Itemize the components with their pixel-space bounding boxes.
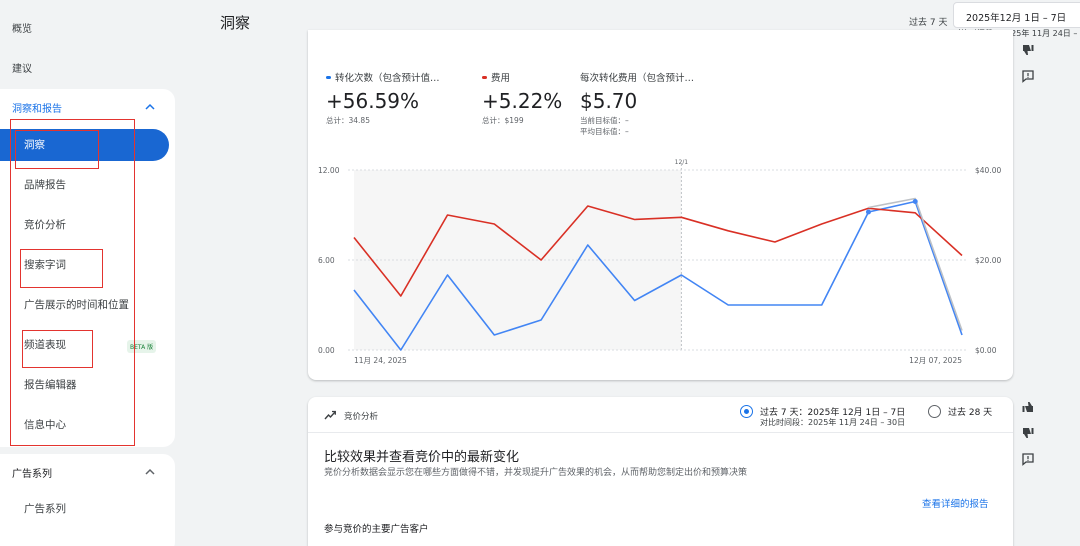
date-range-picker[interactable]: 2025年12月 1日 – 7日 bbox=[953, 2, 1080, 28]
metric-title: 转化次数（包含预计值… bbox=[335, 73, 440, 84]
nav-overview[interactable]: 概览 bbox=[0, 20, 32, 35]
metric-cost[interactable]: 费用 +5.22% 总计：$199 bbox=[482, 70, 562, 126]
section-title-insights[interactable]: 洞察和报告 bbox=[12, 100, 62, 115]
card-title: 竞价分析 bbox=[344, 412, 379, 422]
annotation-box bbox=[20, 249, 103, 288]
metric-value: +56.59% bbox=[326, 89, 420, 113]
metric-cost-per-conversion[interactable]: 每次转化费用（包含预计… $5.70 当前目标值：– 平均目标值：– bbox=[580, 70, 694, 137]
thumbs-down-icon[interactable] bbox=[1021, 426, 1035, 440]
series-dot-icon bbox=[482, 75, 487, 79]
performance-chart: 0.00 6.00 12.00 $0.00 $20.00 $40.00 11月 24, 20… bbox=[318, 159, 1001, 365]
thumbs-down-icon[interactable] bbox=[1021, 43, 1035, 57]
view-detailed-report-link[interactable]: 查看详细的报告 bbox=[922, 496, 989, 510]
radio-compare-label: 对比时间段：2025年 11月 24日 – 30日 bbox=[760, 418, 906, 427]
metric-total: 总计：$199 bbox=[482, 116, 524, 125]
trending-icon bbox=[324, 410, 336, 420]
auction-insights-card: 竞价分析 过去 7 天：2025年 12月 1日 – 7日 对比时间段：2025… bbox=[308, 397, 1013, 546]
radio-last-7-days[interactable] bbox=[740, 405, 753, 418]
date-period-label: 过去 7 天 bbox=[909, 18, 948, 28]
chevron-up-icon[interactable] bbox=[143, 465, 157, 479]
y-right-tick-label: $40.00 bbox=[975, 166, 1001, 175]
metric-target-current: 当前目标值：– bbox=[580, 116, 629, 125]
section-heading: 比较效果并查看竞价中的最新变化 bbox=[324, 450, 520, 465]
sidebar-item-campaigns[interactable]: 广告系列 bbox=[0, 493, 169, 525]
chevron-up-icon[interactable] bbox=[143, 100, 157, 114]
annotation-box bbox=[15, 130, 99, 169]
feedback-icon[interactable] bbox=[1021, 452, 1035, 466]
section-description: 竞价分析数据会显示您在哪些方面做得不错，并发现提升广告效果的机会，从而帮助您制定… bbox=[324, 468, 748, 478]
x-tick-label: 12月 07, 2025 bbox=[909, 356, 962, 365]
feedback-icon[interactable] bbox=[1021, 69, 1035, 83]
card-header: 竞价分析 过去 7 天：2025年 12月 1日 – 7日 对比时间段：2025… bbox=[308, 397, 1013, 433]
metric-total: 总计：34.85 bbox=[326, 116, 370, 125]
y-left-tick-label: 0.00 bbox=[318, 346, 335, 355]
y-right-tick-label: $20.00 bbox=[975, 256, 1001, 265]
data-point bbox=[865, 209, 871, 215]
radio-last-28-days[interactable] bbox=[928, 405, 941, 418]
y-right-tick-label: $0.00 bbox=[975, 346, 997, 355]
metric-target-average: 平均目标值：– bbox=[580, 127, 629, 136]
data-point bbox=[912, 199, 918, 204]
y-left-tick-label: 12.00 bbox=[318, 166, 340, 175]
page-title: 洞察 bbox=[220, 14, 251, 32]
radio-last-28-days-label[interactable]: 过去 28 天 bbox=[948, 405, 992, 418]
nav-recommendations[interactable]: 建议 bbox=[0, 60, 32, 75]
date-range-text: 2025年12月 1日 – 7日 bbox=[966, 13, 1067, 24]
top-advertisers-heading: 参与竞价的主要广告客户 bbox=[324, 524, 429, 535]
series-dot-icon bbox=[326, 75, 331, 79]
metric-value: +5.22% bbox=[482, 89, 563, 113]
x-tick-label: 11月 24, 2025 bbox=[354, 356, 407, 365]
y-left-tick-label: 6.00 bbox=[318, 256, 335, 265]
metric-value: $5.70 bbox=[580, 89, 638, 113]
thumbs-up-icon[interactable] bbox=[1021, 400, 1035, 414]
metric-conversions[interactable]: 转化次数（包含预计值… +56.59% 总计：34.85 bbox=[326, 70, 440, 126]
metric-title: 费用 bbox=[491, 73, 511, 84]
section-title-campaigns[interactable]: 广告系列 bbox=[12, 465, 52, 480]
x-tick-label: 12/1 bbox=[675, 159, 689, 166]
series-line-2 bbox=[868, 197, 963, 331]
metric-title: 每次转化费用（包含预计… bbox=[580, 73, 695, 84]
annotation-box bbox=[22, 330, 93, 368]
